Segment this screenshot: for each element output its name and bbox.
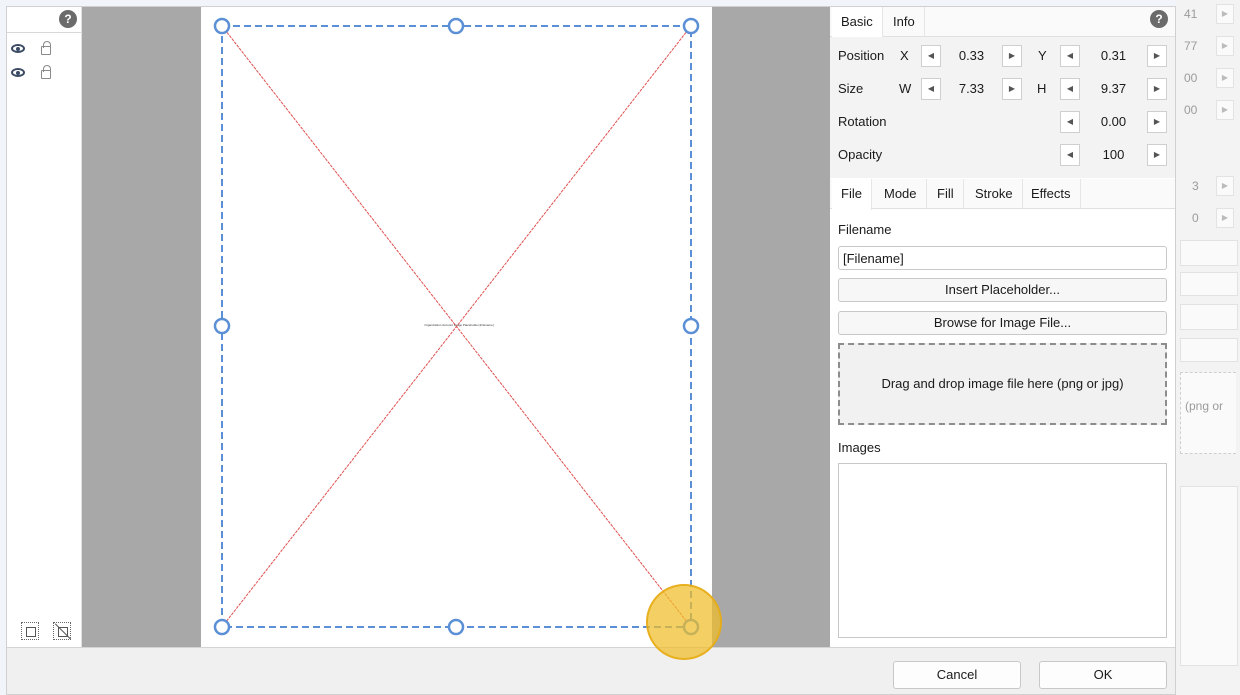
rotation-value[interactable]: 0.00 (1080, 111, 1147, 133)
deselect-all-icon[interactable] (53, 622, 71, 640)
background-app-panel: 41 ▶ 77 ▶ 00 ▶ 00 ▶ 3 ▶ 0 ▶ (png or (1176, 0, 1240, 695)
layer-panel: ? (7, 7, 82, 647)
position-x-spinner[interactable]: ◀ 0.33 ▶ (921, 45, 1022, 67)
cursor-highlight (646, 584, 722, 660)
lock-icon[interactable] (41, 41, 51, 55)
arrow-right-icon: ▶ (1216, 4, 1234, 24)
tab-effects[interactable]: Effects (1022, 179, 1081, 209)
background-spin: 00 ▶ (1182, 68, 1238, 90)
background-list (1180, 486, 1238, 666)
filename-label: Filename (838, 222, 892, 237)
arrow-right-icon: ▶ (1216, 176, 1234, 196)
resize-handle-top-left[interactable] (213, 17, 231, 35)
increment-icon[interactable]: ▶ (1147, 111, 1167, 133)
rotation-spinner[interactable]: ◀ 0.00 ▶ (1060, 111, 1167, 133)
eye-icon[interactable] (11, 68, 25, 77)
size-w-spinner[interactable]: ◀ 7.33 ▶ (921, 78, 1022, 100)
properties-tabbar: Basic Info ? (830, 7, 1175, 38)
background-select (1180, 240, 1238, 266)
placeholder-caption: Organization Account Image Placeholder [… (424, 323, 494, 327)
position-y-value[interactable]: 0.31 (1080, 45, 1147, 67)
tab-file[interactable]: File (832, 179, 872, 210)
page[interactable]: Organization Account Image Placeholder [… (201, 7, 712, 647)
decrement-icon[interactable]: ◀ (1060, 78, 1080, 100)
rotation-label: Rotation (838, 114, 887, 129)
background-spin: 3 ▶ (1182, 176, 1238, 198)
arrow-right-icon: ▶ (1216, 100, 1234, 120)
image-placeholder-frame[interactable] (201, 7, 712, 647)
tab-mode[interactable]: Mode (875, 179, 927, 209)
background-spin: 77 ▶ (1182, 36, 1238, 58)
dialog-footer: Cancel OK (7, 647, 1175, 694)
position-y-spinner[interactable]: ◀ 0.31 ▶ (1060, 45, 1167, 67)
opacity-label: Opacity (838, 147, 883, 162)
arrow-right-icon: ▶ (1216, 208, 1234, 228)
size-w-value[interactable]: 7.33 (941, 78, 1002, 100)
increment-icon[interactable]: ▶ (1147, 78, 1167, 100)
arrow-right-icon: ▶ (1216, 36, 1234, 56)
x-label: X (900, 48, 909, 63)
resize-handle-top-right[interactable] (682, 17, 700, 35)
size-h-spinner[interactable]: ◀ 9.37 ▶ (1060, 78, 1167, 100)
background-spin: 0 ▶ (1182, 208, 1238, 230)
divider (7, 32, 81, 33)
lock-icon[interactable] (41, 65, 51, 79)
increment-icon[interactable]: ▶ (1002, 45, 1022, 67)
background-input (1180, 272, 1238, 296)
images-label: Images (838, 440, 881, 455)
opacity-value[interactable]: 100 (1080, 144, 1147, 166)
y-label: Y (1038, 48, 1047, 63)
cancel-button[interactable]: Cancel (893, 661, 1021, 689)
ok-button[interactable]: OK (1039, 661, 1167, 689)
image-subtabbar: File Mode Fill Stroke Effects (830, 179, 1175, 210)
w-label: W (899, 81, 912, 96)
properties-panel: Basic Info ? Position X ◀ 0.33 ▶ Y ◀ 0.3… (830, 7, 1175, 647)
select-all-icon[interactable] (21, 622, 39, 640)
increment-icon[interactable]: ▶ (1147, 45, 1167, 67)
background-input (1180, 338, 1238, 362)
background-spin: 41 ▶ (1182, 4, 1238, 26)
opacity-spinner[interactable]: ◀ 100 ▶ (1060, 144, 1167, 166)
images-list[interactable] (838, 463, 1167, 638)
resize-handle-top[interactable] (447, 17, 465, 35)
tab-stroke[interactable]: Stroke (966, 179, 1023, 209)
image-dropzone[interactable]: Drag and drop image file here (png or jp… (838, 343, 1167, 425)
resize-handle-bottom[interactable] (447, 618, 465, 636)
tab-fill[interactable]: Fill (928, 179, 964, 209)
background-select (1180, 304, 1238, 330)
decrement-icon[interactable]: ◀ (1060, 45, 1080, 67)
insert-placeholder-button[interactable]: Insert Placeholder... (838, 278, 1167, 302)
filename-input[interactable] (838, 246, 1167, 270)
position-label: Position (838, 48, 885, 63)
arrow-right-icon: ▶ (1216, 68, 1234, 88)
resize-handle-bottom-left[interactable] (213, 618, 231, 636)
resize-handle-left[interactable] (213, 317, 231, 335)
resize-handle-right[interactable] (682, 317, 700, 335)
help-icon[interactable]: ? (1150, 10, 1168, 28)
increment-icon[interactable]: ▶ (1147, 144, 1167, 166)
size-h-value[interactable]: 9.37 (1080, 78, 1147, 100)
basic-properties: Position X ◀ 0.33 ▶ Y ◀ 0.31 ▶ Size W ◀ … (830, 37, 1175, 178)
tab-basic[interactable]: Basic (832, 7, 883, 38)
layer-row[interactable] (11, 41, 71, 59)
decrement-icon[interactable]: ◀ (921, 78, 941, 100)
tab-info[interactable]: Info (884, 7, 925, 37)
layer-row[interactable] (11, 65, 71, 83)
decrement-icon[interactable]: ◀ (1060, 144, 1080, 166)
canvas-area[interactable]: Organization Account Image Placeholder [… (82, 7, 830, 647)
browse-image-button[interactable]: Browse for Image File... (838, 311, 1167, 335)
background-dropzone: (png or (1180, 372, 1236, 454)
decrement-icon[interactable]: ◀ (921, 45, 941, 67)
increment-icon[interactable]: ▶ (1002, 78, 1022, 100)
eye-icon[interactable] (11, 44, 25, 53)
decrement-icon[interactable]: ◀ (1060, 111, 1080, 133)
background-spin: 00 ▶ (1182, 100, 1238, 122)
image-properties-dialog: ? Organization Account Image Placeholder… (6, 6, 1176, 695)
help-icon[interactable]: ? (59, 10, 77, 28)
size-label: Size (838, 81, 864, 96)
h-label: H (1037, 81, 1047, 96)
position-x-value[interactable]: 0.33 (941, 45, 1002, 67)
